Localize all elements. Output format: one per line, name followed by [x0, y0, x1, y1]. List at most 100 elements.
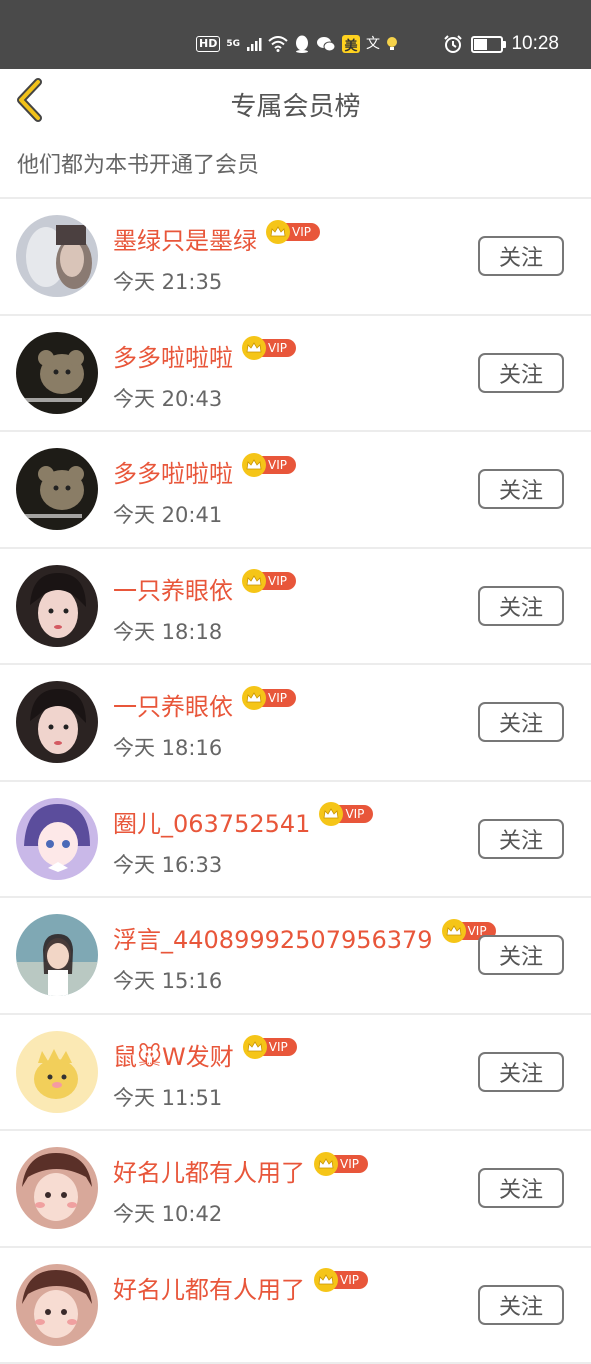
avatar[interactable]: [16, 332, 98, 414]
name-line: 好名儿都有人用了 VIP: [113, 1153, 368, 1188]
header: 专属会员榜: [0, 69, 591, 137]
name-line: 多多啦啦啦 VIP: [113, 454, 296, 489]
crown-icon: [247, 1041, 263, 1053]
wechat-icon: [316, 36, 336, 52]
name-line: 墨绿只是墨绿 VIP: [113, 221, 320, 256]
crown-icon: [318, 1158, 334, 1170]
member-name[interactable]: 好名儿都有人用了: [113, 1153, 305, 1188]
name-line: 鼠🐭W发财 VIP: [113, 1037, 297, 1072]
member-row[interactable]: 圈儿_063752541 VIP 今天 16:33 关注: [0, 782, 591, 899]
status-icons-right: 10:28: [443, 32, 559, 56]
signal-icon: [246, 36, 262, 52]
member-name[interactable]: 鼠🐭W发财: [113, 1037, 234, 1072]
battery-icon: [471, 36, 503, 53]
member-name[interactable]: 多多啦啦啦: [113, 454, 233, 489]
alarm-icon: [443, 34, 463, 54]
follow-button[interactable]: 关注: [478, 1052, 564, 1092]
crown-badge: [319, 802, 343, 826]
name-line: 浮言_44089992507956379 VIP: [113, 920, 496, 955]
member-row[interactable]: 一只养眼依 VIP 今天 18:18 关注: [0, 549, 591, 666]
avatar[interactable]: [16, 914, 98, 996]
follow-button[interactable]: 关注: [478, 1285, 564, 1325]
crown-icon: [246, 342, 262, 354]
avatar[interactable]: [16, 681, 98, 763]
follow-button[interactable]: 关注: [478, 236, 564, 276]
member-row[interactable]: 墨绿只是墨绿 VIP 今天 21:35 关注: [0, 199, 591, 316]
name-line: 一只养眼依 VIP: [113, 687, 296, 722]
crown-icon: [270, 226, 286, 238]
wifi-icon: [268, 36, 288, 52]
member-row[interactable]: 多多啦啦啦 VIP 今天 20:41 关注: [0, 432, 591, 549]
vip-badge: VIP: [242, 453, 296, 475]
member-row[interactable]: 一只养眼依 VIP 今天 18:16 关注: [0, 665, 591, 782]
wen-icon: 文: [366, 36, 380, 52]
member-name[interactable]: 墨绿只是墨绿: [113, 221, 257, 256]
vip-badge: VIP: [314, 1268, 368, 1290]
crown-badge: [314, 1152, 338, 1176]
member-row[interactable]: 浮言_44089992507956379 VIP 今天 15:16 关注: [0, 898, 591, 1015]
member-time: 今天 20:43: [113, 383, 222, 413]
member-name[interactable]: 多多啦啦啦: [113, 338, 233, 373]
follow-button[interactable]: 关注: [478, 1168, 564, 1208]
member-time: 今天 20:41: [113, 499, 222, 529]
avatar[interactable]: [16, 798, 98, 880]
status-bar: HD 5G 美 文 10:28: [0, 0, 591, 69]
hd-indicator: HD: [196, 36, 220, 52]
avatar[interactable]: [16, 1147, 98, 1229]
member-time: 今天 21:35: [113, 266, 222, 296]
crown-icon: [246, 459, 262, 471]
follow-button[interactable]: 关注: [478, 819, 564, 859]
member-list: 墨绿只是墨绿 VIP 今天 21:35 关注 多多啦啦啦 VIP 今天 20:4…: [0, 199, 591, 1364]
member-time: 今天 15:16: [113, 965, 222, 995]
vip-badge: VIP: [242, 686, 296, 708]
vip-badge: VIP: [319, 802, 373, 824]
crown-badge: [243, 1035, 267, 1059]
member-name[interactable]: 浮言_44089992507956379: [113, 920, 433, 955]
crown-badge: [314, 1268, 338, 1292]
follow-button[interactable]: 关注: [478, 353, 564, 393]
page-title: 专属会员榜: [0, 86, 591, 123]
member-row[interactable]: 多多啦啦啦 VIP 今天 20:43 关注: [0, 316, 591, 433]
avatar[interactable]: [16, 215, 98, 297]
name-line: 好名儿都有人用了 VIP: [113, 1270, 368, 1305]
crown-icon: [246, 575, 262, 587]
name-line: 一只养眼依 VIP: [113, 571, 296, 606]
member-time: 今天 11:51: [113, 1082, 222, 1112]
avatar[interactable]: [16, 448, 98, 530]
crown-badge: [266, 220, 290, 244]
avatar[interactable]: [16, 1264, 98, 1346]
crown-icon: [318, 1274, 334, 1286]
vip-badge: VIP: [314, 1152, 368, 1174]
crown-badge: [242, 569, 266, 593]
member-time: 今天 18:16: [113, 732, 222, 762]
network-type: 5G: [226, 39, 240, 49]
avatar[interactable]: [16, 565, 98, 647]
crown-icon: [323, 808, 339, 820]
crown-icon: [446, 925, 462, 937]
member-name[interactable]: 一只养眼依: [113, 687, 233, 722]
clock: 10:28: [511, 33, 559, 55]
follow-button[interactable]: 关注: [478, 935, 564, 975]
crown-badge: [242, 336, 266, 360]
member-row[interactable]: 好名儿都有人用了 VIP 关注: [0, 1248, 591, 1364]
subtitle: 他们都为本书开通了会员: [17, 147, 259, 179]
member-row[interactable]: 鼠🐭W发财 VIP 今天 11:51 关注: [0, 1015, 591, 1132]
member-name[interactable]: 好名儿都有人用了: [113, 1270, 305, 1305]
follow-button[interactable]: 关注: [478, 702, 564, 742]
follow-button[interactable]: 关注: [478, 469, 564, 509]
name-line: 圈儿_063752541 VIP: [113, 804, 373, 839]
crown-icon: [246, 692, 262, 704]
battery-level: [474, 39, 487, 50]
vip-badge: VIP: [242, 569, 296, 591]
member-time: 今天 10:42: [113, 1198, 222, 1228]
avatar[interactable]: [16, 1031, 98, 1113]
crown-badge: [242, 453, 266, 477]
qq-icon: [294, 35, 310, 53]
follow-button[interactable]: 关注: [478, 586, 564, 626]
member-name[interactable]: 一只养眼依: [113, 571, 233, 606]
member-name[interactable]: 圈儿_063752541: [113, 804, 310, 839]
crown-badge: [242, 686, 266, 710]
member-row[interactable]: 好名儿都有人用了 VIP 今天 10:42 关注: [0, 1131, 591, 1248]
vip-badge: VIP: [242, 336, 296, 358]
meituan-icon: 美: [342, 35, 360, 53]
